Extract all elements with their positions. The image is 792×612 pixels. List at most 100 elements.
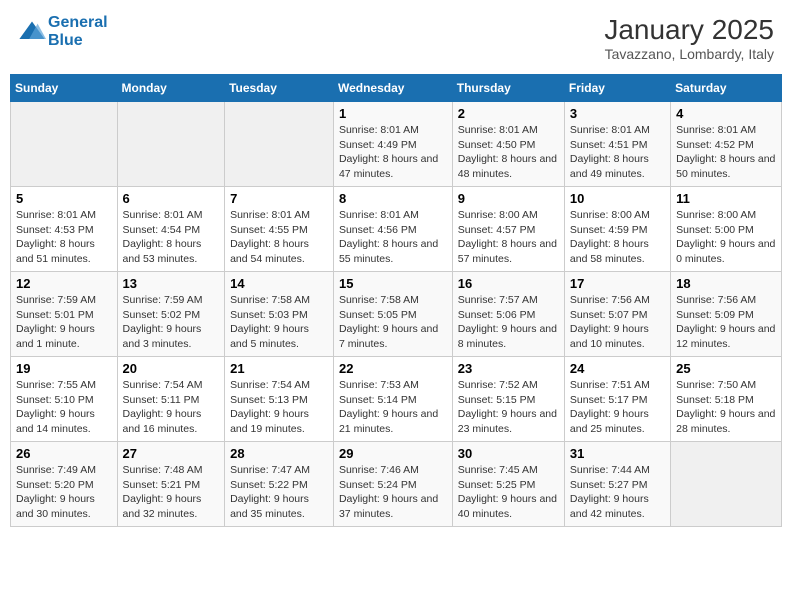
- calendar-cell: 29Sunrise: 7:46 AMSunset: 5:24 PMDayligh…: [333, 442, 452, 527]
- calendar-cell: 28Sunrise: 7:47 AMSunset: 5:22 PMDayligh…: [225, 442, 334, 527]
- calendar-cell: 24Sunrise: 7:51 AMSunset: 5:17 PMDayligh…: [564, 357, 670, 442]
- day-number: 26: [16, 446, 112, 461]
- day-info: Sunrise: 7:56 AMSunset: 5:09 PMDaylight:…: [676, 293, 776, 352]
- day-info: Sunrise: 7:54 AMSunset: 5:11 PMDaylight:…: [123, 378, 220, 437]
- calendar-cell: 22 Sunrise: 7:53 AMSunset: 5:14 PMDayligh…: [333, 357, 452, 442]
- day-number: 15: [339, 276, 447, 291]
- day-number: 24: [570, 361, 665, 376]
- day-info: Sunrise: 8:00 AMSunset: 4:59 PMDaylight:…: [570, 208, 665, 267]
- day-number: 3: [570, 106, 665, 121]
- day-info: Sunrise: 7:58 AMSunset: 5:03 PMDaylight:…: [230, 293, 328, 352]
- day-number: 7: [230, 191, 328, 206]
- calendar-week-row: 1 Sunrise: 8:01 AMSunset: 4:49 PMDaylight…: [11, 102, 782, 187]
- calendar-cell: 17Sunrise: 7:56 AMSunset: 5:07 PMDayligh…: [564, 272, 670, 357]
- calendar-week-row: 5Sunrise: 8:01 AMSunset: 4:53 PMDaylight…: [11, 187, 782, 272]
- calendar-week-row: 12 Sunrise: 7:59 AMSunset: 5:01 PMDayligh…: [11, 272, 782, 357]
- month-title: January 2025: [604, 14, 774, 46]
- calendar-cell: 15Sunrise: 7:58 AMSunset: 5:05 PMDayligh…: [333, 272, 452, 357]
- calendar-cell: 6Sunrise: 8:01 AMSunset: 4:54 PMDaylight…: [117, 187, 225, 272]
- logo-line1: General: [48, 14, 108, 32]
- day-number: 12: [16, 276, 112, 291]
- day-number: 10: [570, 191, 665, 206]
- day-info: Sunrise: 8:01 AMSunset: 4:55 PMDaylight:…: [230, 208, 328, 267]
- day-info: Sunrise: 7:48 AMSunset: 5:21 PMDaylight:…: [123, 463, 220, 522]
- day-number: 9: [458, 191, 559, 206]
- day-info: Sunrise: 7:49 AMSunset: 5:20 PMDaylight:…: [16, 463, 112, 522]
- day-of-week-header: Monday: [117, 75, 225, 102]
- day-info: Sunrise: 7:59 AMSunset: 5:02 PMDaylight:…: [123, 293, 220, 352]
- day-number: 23: [458, 361, 559, 376]
- day-info: Sunrise: 7:52 AMSunset: 5:15 PMDaylight:…: [458, 378, 559, 437]
- logo-line2: Blue: [48, 32, 108, 50]
- calendar-week-row: 26 Sunrise: 7:49 AMSunset: 5:20 PMDayligh…: [11, 442, 782, 527]
- day-info: Sunrise: 7:50 AMSunset: 5:18 PMDaylight:…: [676, 378, 776, 437]
- calendar-cell: 12 Sunrise: 7:59 AMSunset: 5:01 PMDayligh…: [11, 272, 118, 357]
- calendar-cell: 26 Sunrise: 7:49 AMSunset: 5:20 PMDayligh…: [11, 442, 118, 527]
- calendar-cell: 10 Sunrise: 8:00 AMSunset: 4:59 PMDayligh…: [564, 187, 670, 272]
- calendar-cell: 27 Sunrise: 7:48 AMSunset: 5:21 PMDayligh…: [117, 442, 225, 527]
- header-row: SundayMondayTuesdayWednesdayThursdayFrid…: [11, 75, 782, 102]
- page-header: General Blue January 2025 Tavazzano, Lom…: [10, 10, 782, 66]
- calendar-cell: 16 Sunrise: 7:57 AMSunset: 5:06 PMDayligh…: [452, 272, 564, 357]
- day-number: 29: [339, 446, 447, 461]
- day-info: Sunrise: 7:53 AMSunset: 5:14 PMDaylight:…: [339, 378, 447, 437]
- calendar-cell: 14 Sunrise: 7:58 AMSunset: 5:03 PMDayligh…: [225, 272, 334, 357]
- calendar-cell: 18Sunrise: 7:56 AMSunset: 5:09 PMDayligh…: [671, 272, 782, 357]
- day-number: 5: [16, 191, 112, 206]
- calendar-cell: 21Sunrise: 7:54 AMSunset: 5:13 PMDayligh…: [225, 357, 334, 442]
- day-info: Sunrise: 8:00 AMSunset: 5:00 PMDaylight:…: [676, 208, 776, 267]
- day-info: Sunrise: 8:01 AMSunset: 4:49 PMDaylight:…: [339, 123, 447, 182]
- calendar-cell: 3 Sunrise: 8:01 AMSunset: 4:51 PMDaylight…: [564, 102, 670, 187]
- calendar-cell: [671, 442, 782, 527]
- day-of-week-header: Saturday: [671, 75, 782, 102]
- calendar-cell: 20Sunrise: 7:54 AMSunset: 5:11 PMDayligh…: [117, 357, 225, 442]
- calendar-header: SundayMondayTuesdayWednesdayThursdayFrid…: [11, 75, 782, 102]
- day-info: Sunrise: 8:01 AMSunset: 4:56 PMDaylight:…: [339, 208, 447, 267]
- day-info: Sunrise: 7:56 AMSunset: 5:07 PMDaylight:…: [570, 293, 665, 352]
- calendar-cell: 31Sunrise: 7:44 AMSunset: 5:27 PMDayligh…: [564, 442, 670, 527]
- day-number: 2: [458, 106, 559, 121]
- day-info: Sunrise: 8:01 AMSunset: 4:51 PMDaylight:…: [570, 123, 665, 182]
- calendar-week-row: 19 Sunrise: 7:55 AMSunset: 5:10 PMDayligh…: [11, 357, 782, 442]
- calendar-body: 1 Sunrise: 8:01 AMSunset: 4:49 PMDaylight…: [11, 102, 782, 527]
- day-info: Sunrise: 7:59 AMSunset: 5:01 PMDaylight:…: [16, 293, 112, 352]
- calendar-cell: 7 Sunrise: 8:01 AMSunset: 4:55 PMDaylight…: [225, 187, 334, 272]
- day-number: 11: [676, 191, 776, 206]
- calendar-cell: 1 Sunrise: 8:01 AMSunset: 4:49 PMDaylight…: [333, 102, 452, 187]
- day-number: 25: [676, 361, 776, 376]
- day-number: 4: [676, 106, 776, 121]
- day-number: 22: [339, 361, 447, 376]
- day-info: Sunrise: 8:01 AMSunset: 4:52 PMDaylight:…: [676, 123, 776, 182]
- calendar-cell: 11 Sunrise: 8:00 AMSunset: 5:00 PMDayligh…: [671, 187, 782, 272]
- calendar-cell: [117, 102, 225, 187]
- day-number: 30: [458, 446, 559, 461]
- calendar-cell: [11, 102, 118, 187]
- calendar-cell: 2 Sunrise: 8:01 AMSunset: 4:50 PMDaylight…: [452, 102, 564, 187]
- calendar-cell: [225, 102, 334, 187]
- calendar-table: SundayMondayTuesdayWednesdayThursdayFrid…: [10, 74, 782, 527]
- calendar-cell: 8 Sunrise: 8:01 AMSunset: 4:56 PMDaylight…: [333, 187, 452, 272]
- day-info: Sunrise: 8:01 AMSunset: 4:50 PMDaylight:…: [458, 123, 559, 182]
- day-number: 8: [339, 191, 447, 206]
- day-info: Sunrise: 8:01 AMSunset: 4:54 PMDaylight:…: [123, 208, 220, 267]
- day-info: Sunrise: 7:47 AMSunset: 5:22 PMDaylight:…: [230, 463, 328, 522]
- day-number: 1: [339, 106, 447, 121]
- calendar-cell: 25 Sunrise: 7:50 AMSunset: 5:18 PMDayligh…: [671, 357, 782, 442]
- day-number: 16: [458, 276, 559, 291]
- day-number: 14: [230, 276, 328, 291]
- day-of-week-header: Thursday: [452, 75, 564, 102]
- day-number: 21: [230, 361, 328, 376]
- calendar-cell: 19 Sunrise: 7:55 AMSunset: 5:10 PMDayligh…: [11, 357, 118, 442]
- day-of-week-header: Sunday: [11, 75, 118, 102]
- day-info: Sunrise: 7:57 AMSunset: 5:06 PMDaylight:…: [458, 293, 559, 352]
- logo-icon: [18, 18, 46, 46]
- day-of-week-header: Tuesday: [225, 75, 334, 102]
- calendar-cell: 9Sunrise: 8:00 AMSunset: 4:57 PMDaylight…: [452, 187, 564, 272]
- calendar-cell: 5Sunrise: 8:01 AMSunset: 4:53 PMDaylight…: [11, 187, 118, 272]
- day-number: 19: [16, 361, 112, 376]
- day-number: 27: [123, 446, 220, 461]
- location-title: Tavazzano, Lombardy, Italy: [604, 46, 774, 62]
- day-info: Sunrise: 7:55 AMSunset: 5:10 PMDaylight:…: [16, 378, 112, 437]
- calendar-cell: 4 Sunrise: 8:01 AMSunset: 4:52 PMDaylight…: [671, 102, 782, 187]
- day-of-week-header: Wednesday: [333, 75, 452, 102]
